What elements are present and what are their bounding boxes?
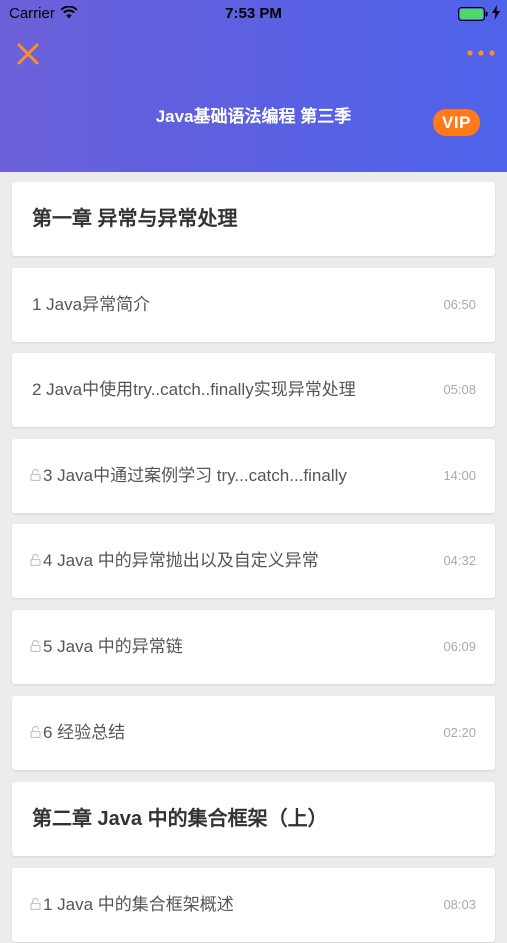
charging-icon	[491, 5, 501, 25]
battery-icon	[458, 7, 488, 26]
lesson-duration: 08:03	[443, 897, 476, 912]
more-button[interactable]	[466, 46, 496, 60]
chapter-title: 第二章 Java 中的集合框架（上）	[32, 808, 328, 830]
lock-icon	[30, 696, 41, 770]
lesson-title: 1 Java异常简介	[32, 295, 151, 314]
lesson-title-wrap: 5 Java 中的异常链	[30, 610, 183, 685]
lock-icon	[30, 868, 41, 942]
close-button[interactable]	[14, 40, 42, 68]
lesson-row[interactable]: 3 Java中通过案例学习 try...catch...finally 14:0…	[12, 439, 495, 513]
lesson-title: 1 Java 中的集合框架概述	[43, 895, 234, 914]
lesson-title: 6 经验总结	[43, 723, 126, 742]
lesson-row[interactable]: 1 Java异常简介 06:50	[12, 268, 495, 342]
lesson-title-wrap: 3 Java中通过案例学习 try...catch...finally	[30, 439, 347, 514]
lesson-duration: 14:00	[443, 468, 476, 483]
chapter-card: 第一章 异常与异常处理	[12, 182, 495, 256]
lesson-title: 3 Java中通过案例学习 try...catch...finally	[43, 466, 347, 485]
lesson-duration: 06:50	[443, 297, 476, 312]
lesson-row[interactable]: 6 经验总结 02:20	[12, 696, 495, 770]
close-icon	[17, 43, 39, 65]
vip-badge[interactable]: VIP	[433, 109, 480, 136]
lesson-title: 4 Java 中的异常抛出以及自定义异常	[43, 551, 319, 570]
chapter-card: 第二章 Java 中的集合框架（上）	[12, 782, 495, 856]
course-title: Java基础语法编程 第三季	[155, 107, 352, 126]
lock-icon	[30, 610, 41, 684]
lock-icon	[30, 439, 41, 513]
status-bar: Carrier 7:53 PM	[0, 0, 507, 28]
lesson-title-wrap: 4 Java 中的异常抛出以及自定义异常	[30, 524, 319, 599]
lesson-duration: 06:09	[443, 639, 476, 654]
lock-icon	[30, 524, 41, 598]
clock: 7:53 PM	[225, 5, 282, 22]
lesson-duration: 04:32	[443, 553, 476, 568]
lesson-row[interactable]: 5 Java 中的异常链 06:09	[12, 610, 495, 684]
course-header: Carrier 7:53 PM Java基础语法编程 第三季 VIP	[0, 0, 507, 172]
lesson-title-wrap: 1 Java 中的集合框架概述	[30, 868, 234, 943]
chapter-title: 第一章 异常与异常处理	[32, 208, 238, 230]
lesson-title: 2 Java中使用try..catch..finally实现异常处理	[32, 380, 356, 399]
lesson-title-wrap: 6 经验总结	[30, 696, 125, 771]
lesson-row[interactable]: 4 Java 中的异常抛出以及自定义异常 04:32	[12, 524, 495, 598]
more-icon	[467, 50, 495, 56]
lesson-duration: 05:08	[443, 382, 476, 397]
lesson-row[interactable]: 2 Java中使用try..catch..finally实现异常处理 05:08	[12, 353, 495, 427]
lesson-row[interactable]: 1 Java 中的集合框架概述 08:03	[12, 868, 495, 942]
lesson-title: 5 Java 中的异常链	[43, 637, 183, 656]
lesson-duration: 02:20	[443, 725, 476, 740]
